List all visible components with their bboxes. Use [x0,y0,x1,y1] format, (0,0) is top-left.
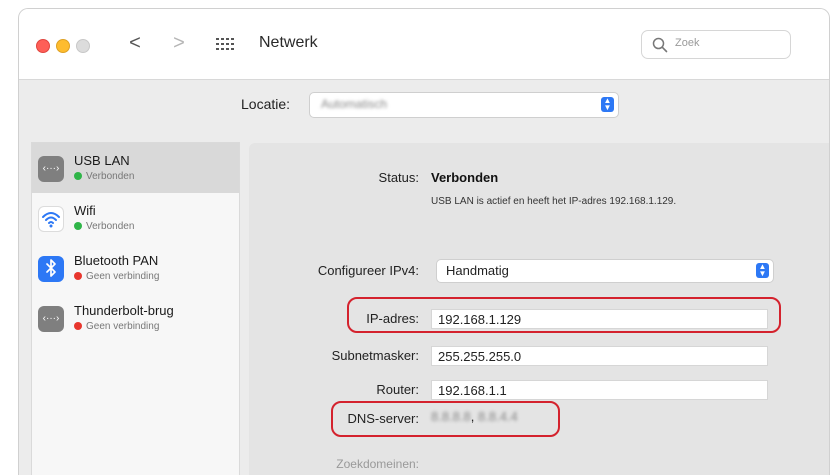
sidebar-item-status: Verbonden [74,171,134,182]
search-placeholder: Zoek [675,37,700,49]
status-label: Status: [378,170,419,185]
configure-ipv4-select[interactable]: Handmatig ▲ ▼ [436,259,774,283]
sidebar-item-status: Verbonden [74,221,134,232]
configure-ipv4-value: Handmatig [446,263,509,278]
wifi-icon [38,206,64,232]
network-preferences-window: < > Netwerk Zoek Locatie: Automatisch ▲ ▼ [18,8,830,475]
dns-server-2: 8.8.4.4 [478,409,518,424]
sidebar-item-status: Geen verbinding [74,271,159,282]
sidebar-item-label: USB LAN [74,153,130,168]
close-window-button[interactable] [36,39,50,53]
location-select[interactable]: Automatisch ▲ ▼ [309,92,619,118]
sidebar-item-label: Wifi [74,203,96,218]
service-detail-panel: Status: Verbonden USB LAN is actief en h… [249,143,829,475]
configure-ipv4-label: Configureer IPv4: [317,263,419,278]
thunderbolt-bridge-icon: ‹···› [38,306,64,332]
status-dot-red-icon [74,322,82,330]
router-field[interactable]: 192.168.1.1 [431,380,768,400]
ip-address-field[interactable]: 192.168.1.129 [431,309,768,329]
configure-chevron-updown-icon: ▲ ▼ [756,263,769,278]
ip-address-label: IP-adres: [366,311,419,326]
dns-server-values[interactable]: 8.8.8.8, 8.8.4.4 [431,409,518,424]
search-icon [652,37,668,53]
sidebar-item-status: Geen verbinding [74,321,159,332]
subnet-mask-label: Subnetmasker: [331,348,419,363]
sidebar-item-usb-lan[interactable]: ‹···› USB LAN Verbonden [32,143,239,193]
show-all-grid-icon[interactable] [214,35,236,53]
sidebar-item-wifi[interactable]: Wifi Verbonden [32,193,239,243]
status-dot-green-icon [74,222,82,230]
sidebar-item-label: Thunderbolt-brug [74,303,174,318]
sidebar-item-bluetooth-pan[interactable]: Bluetooth PAN Geen verbinding [32,243,239,293]
sidebar-item-label: Bluetooth PAN [74,253,159,268]
status-dot-red-icon [74,272,82,280]
forward-button[interactable]: > [169,33,189,55]
minimize-window-button[interactable] [56,39,70,53]
window-title: Netwerk [259,34,318,51]
dns-separator: , [470,409,475,424]
usb-lan-icon: ‹···› [38,156,64,182]
back-button[interactable]: < [125,33,145,55]
status-dot-green-icon [74,172,82,180]
status-value: Verbonden [431,170,499,185]
zoom-window-button[interactable] [76,39,90,53]
search-domains-label: Zoekdomeinen: [336,457,419,471]
router-label: Router: [376,382,419,397]
search-field[interactable]: Zoek [641,30,791,59]
dns-server-label: DNS-server: [347,411,419,426]
title-bar: < > Netwerk Zoek [19,9,829,80]
subnet-mask-field[interactable]: 255.255.255.0 [431,346,768,366]
location-label: Locatie: [241,96,291,112]
status-description: USB LAN is actief en heeft het IP-adres … [431,196,677,207]
location-chevron-updown-icon: ▲ ▼ [601,97,614,112]
network-services-sidebar: ‹···› USB LAN Verbonden Wifi Verbonden B… [31,142,240,475]
dns-server-1: 8.8.8.8 [431,409,471,424]
bluetooth-icon [38,256,64,282]
sidebar-item-thunderbolt-brug[interactable]: ‹···› Thunderbolt-brug Geen verbinding [32,293,239,343]
location-value: Automatisch [321,97,388,111]
